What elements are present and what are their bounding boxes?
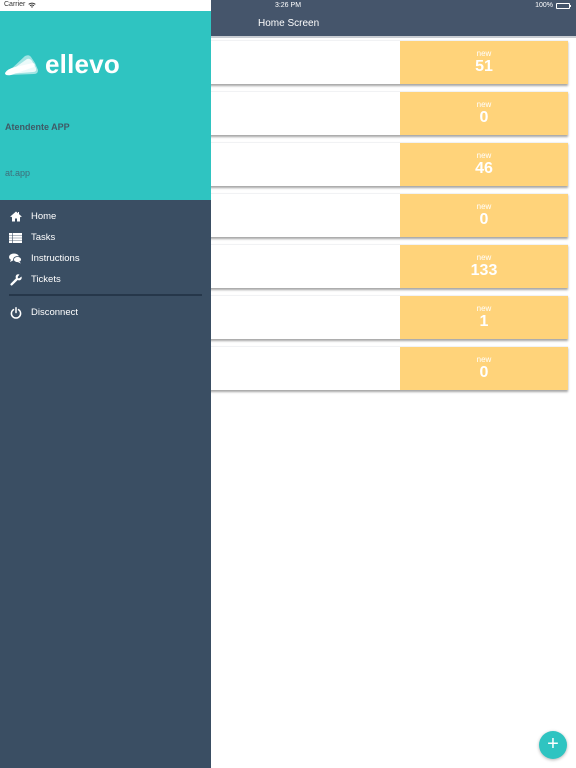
drawer-menu: Home Tasks Instructions Tickets Disconne… — [0, 206, 211, 323]
app-name: Atendente APP — [5, 122, 70, 132]
badge-label: new — [476, 355, 492, 364]
add-button[interactable]: + — [539, 731, 567, 759]
new-count-badge: new 0 — [400, 92, 568, 135]
user-name: at.app — [5, 168, 31, 178]
side-drawer: Carrier ellevo Atendente APP at.app Home — [0, 0, 211, 768]
badge-label: new — [476, 100, 492, 109]
badge-label: new — [476, 151, 492, 160]
menu-divider — [9, 294, 202, 296]
menu-item-home[interactable]: Home — [0, 206, 211, 227]
new-count-badge: new 0 — [400, 194, 568, 237]
power-icon — [9, 306, 22, 319]
menu-label: Tasks — [31, 232, 56, 243]
page-title: Home Screen — [258, 18, 320, 29]
new-count-badge: new 46 — [400, 143, 568, 186]
drawer-header: ellevo Atendente APP at.app — [0, 11, 211, 200]
chat-bubbles-icon — [9, 252, 22, 265]
status-battery: 100% — [535, 2, 571, 9]
drawer-status-bar: Carrier — [0, 0, 211, 11]
menu-item-tasks[interactable]: Tasks — [0, 227, 211, 248]
badge-count: 0 — [479, 109, 489, 126]
new-count-badge: new 0 — [400, 347, 568, 390]
badge-count: 0 — [479, 211, 489, 228]
home-icon — [9, 210, 22, 223]
battery-icon — [556, 2, 571, 9]
new-count-badge: new 1 — [400, 296, 568, 339]
badge-count: 1 — [479, 313, 489, 330]
logo-icon — [5, 54, 39, 75]
new-count-badge: new 51 — [400, 41, 568, 84]
disconnect-button[interactable]: Disconnect — [0, 302, 211, 323]
carrier-indicator: Carrier — [4, 1, 37, 8]
badge-count: 46 — [475, 160, 493, 177]
ellevo-logo: ellevo — [5, 49, 120, 80]
badge-label: new — [476, 304, 492, 313]
battery-percent: 100% — [535, 2, 553, 9]
menu-item-instructions[interactable]: Instructions — [0, 248, 211, 269]
plus-icon: + — [547, 733, 559, 755]
new-count-badge: new 133 — [400, 245, 568, 288]
badge-count: 0 — [479, 364, 489, 381]
menu-item-tickets[interactable]: Tickets — [0, 269, 211, 290]
badge-count: 133 — [470, 262, 498, 279]
menu-label: Instructions — [31, 253, 80, 264]
badge-label: new — [476, 253, 492, 262]
badge-label: new — [476, 49, 492, 58]
menu-label: Tickets — [31, 274, 61, 285]
list-icon — [9, 231, 22, 244]
menu-label: Disconnect — [31, 307, 78, 318]
badge-label: new — [476, 202, 492, 211]
menu-label: Home — [31, 211, 57, 222]
carrier-name: Carrier — [4, 1, 26, 8]
wrench-icon — [9, 273, 22, 286]
wifi-icon — [28, 2, 37, 8]
badge-count: 51 — [475, 58, 493, 75]
logo-text: ellevo — [45, 49, 120, 79]
